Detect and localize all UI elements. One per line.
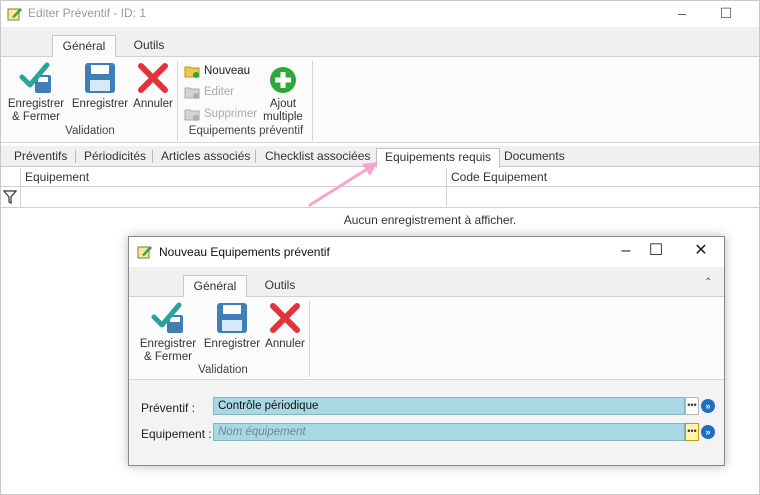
- tab-outils[interactable]: Outils: [125, 35, 173, 58]
- cancel-label: Annuler: [133, 98, 173, 110]
- dialog-title: Nouveau Equipements préventif: [159, 245, 330, 259]
- grid-empty-message: Aucun enregistrement à afficher.: [343, 213, 517, 227]
- equipement-browse-button[interactable]: •••: [685, 423, 699, 441]
- main-window-title: Editer Préventif - ID: 1: [28, 6, 147, 20]
- cancel-button[interactable]: Annuler: [131, 61, 175, 111]
- new-equipement-dialog: Nouveau Equipements préventif – ☐ ✕ Géné…: [128, 236, 725, 466]
- equipements-group-label: Equipements préventif: [188, 125, 304, 137]
- red-x-icon: [270, 303, 300, 333]
- preventif-field[interactable]: Contrôle périodique: [213, 397, 685, 415]
- dialog-ribbon: Enregistrer & Fermer Enregistrer Annuler…: [129, 297, 724, 380]
- group-separator: [177, 61, 178, 141]
- tab-preventifs[interactable]: Préventifs: [14, 147, 67, 167]
- supprimer-label: Supprimer: [204, 108, 258, 120]
- preventif-browse-button[interactable]: •••: [685, 397, 699, 415]
- save-button[interactable]: Enregistrer: [71, 61, 129, 111]
- tab-general[interactable]: Général: [52, 35, 116, 58]
- tab-documents[interactable]: Documents: [504, 147, 565, 167]
- main-titlebar: Editer Préventif - ID: 1 – ☐: [1, 1, 759, 27]
- red-x-icon: [138, 63, 168, 93]
- folder-new-icon: [184, 66, 200, 78]
- dialog-save-close-button[interactable]: Enregistrer & Fermer: [137, 301, 199, 364]
- floppy-disk-icon: [217, 303, 247, 333]
- tab-articles-associes[interactable]: Articles associés: [161, 147, 250, 167]
- dialog-maximize-button[interactable]: ☐: [641, 242, 671, 262]
- group-separator: [312, 61, 313, 141]
- tab-periodicites[interactable]: Périodicités: [84, 147, 146, 167]
- dialog-save-close-label: Enregistrer & Fermer: [139, 338, 197, 363]
- equipement-field[interactable]: Nom équipement: [213, 423, 685, 441]
- check-save-icon: [19, 62, 51, 93]
- equipement-label: Equipement :: [141, 427, 212, 441]
- tab-equipements-requis[interactable]: Equipements requis: [376, 148, 501, 168]
- nouveau-label: Nouveau: [204, 65, 251, 77]
- delete-icon: [184, 109, 200, 121]
- save-label: Enregistrer: [71, 98, 129, 110]
- group-separator: [309, 301, 310, 377]
- filter-cell-code[interactable]: [446, 187, 759, 208]
- ajout-multiple-button[interactable]: Ajout multiple: [259, 65, 307, 124]
- dialog-minimize-button[interactable]: –: [611, 242, 641, 262]
- editer-button[interactable]: Editer: [184, 84, 234, 100]
- supprimer-button[interactable]: Supprimer: [184, 106, 257, 122]
- edit-icon: [184, 87, 200, 99]
- editer-label: Editer: [204, 86, 235, 98]
- dialog-validation-group-label: Validation: [198, 364, 248, 376]
- dialog-tab-general[interactable]: Général: [183, 275, 247, 298]
- save-close-label: Enregistrer & Fermer: [7, 98, 65, 123]
- save-close-button[interactable]: Enregistrer & Fermer: [5, 61, 67, 124]
- edit-note-icon: [7, 8, 22, 21]
- ajout-multiple-label: Ajout multiple: [263, 98, 303, 123]
- main-ribbon: Enregistrer & Fermer Enregistrer Annuler…: [1, 57, 759, 143]
- preventif-clear-icon[interactable]: »: [701, 399, 715, 413]
- check-save-icon: [151, 302, 183, 333]
- green-plus-icon: [270, 67, 296, 93]
- dialog-tab-outils[interactable]: Outils: [257, 275, 303, 298]
- dialog-save-button[interactable]: Enregistrer: [203, 301, 261, 351]
- equipement-clear-icon[interactable]: »: [701, 425, 715, 439]
- collapse-ribbon-icon[interactable]: ⌃: [704, 278, 716, 288]
- main-ribbon-tabs: Général Outils: [1, 27, 759, 58]
- minimize-button[interactable]: –: [667, 4, 697, 24]
- dialog-titlebar: Nouveau Equipements préventif – ☐ ✕: [129, 237, 724, 267]
- dialog-close-button[interactable]: ✕: [686, 242, 716, 262]
- dialog-ribbon-tabs: Général Outils ⌃: [129, 267, 724, 298]
- dialog-cancel-button[interactable]: Annuler: [263, 301, 307, 351]
- nouveau-button[interactable]: Nouveau: [184, 63, 250, 79]
- dialog-cancel-label: Annuler: [265, 338, 305, 350]
- dialog-save-label: Enregistrer: [203, 338, 261, 350]
- annotation-arrow: [308, 162, 378, 207]
- maximize-button[interactable]: ☐: [711, 4, 741, 24]
- floppy-disk-icon: [85, 63, 115, 93]
- edit-note-icon: [137, 246, 152, 259]
- column-code-equipement[interactable]: Code Equipement: [446, 168, 759, 187]
- preventif-label: Préventif :: [141, 401, 196, 415]
- validation-group-label: Validation: [65, 125, 115, 137]
- filter-icon[interactable]: [3, 190, 17, 204]
